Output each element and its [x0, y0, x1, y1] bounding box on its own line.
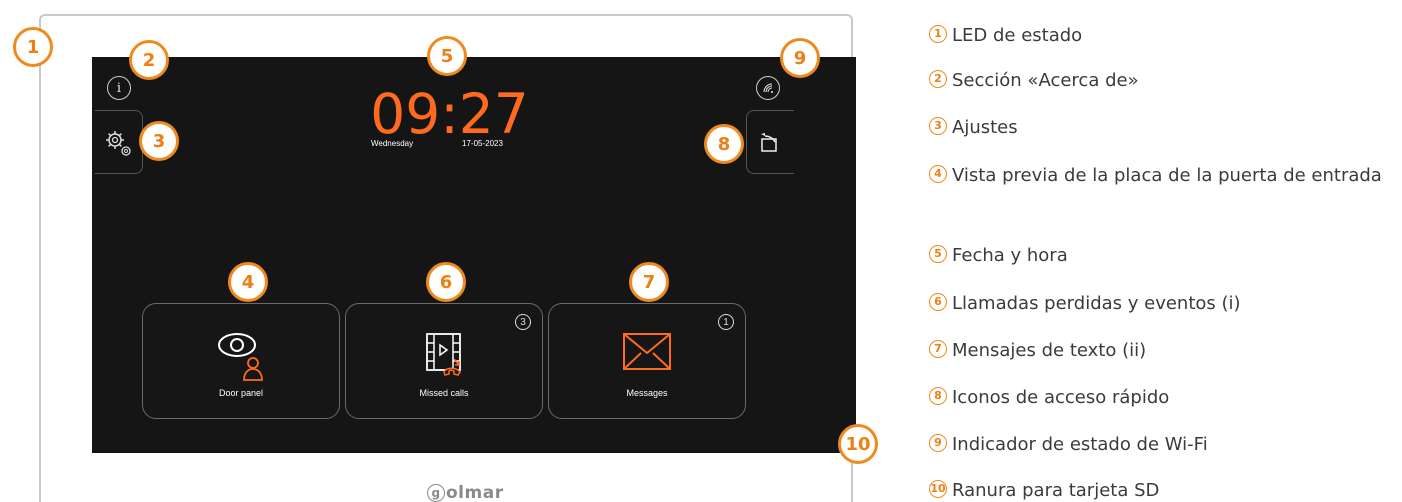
callout-2: 2 [129, 40, 169, 80]
info-icon[interactable]: i [107, 76, 131, 100]
eye-person-icon [143, 326, 339, 384]
legend-item: 7 Mensajes de texto (ii) [929, 337, 1399, 365]
clock-time: 09:27 [370, 82, 529, 146]
settings-button[interactable] [95, 110, 143, 174]
legend-item: 3 Ajustes [929, 114, 1399, 142]
tile-label: Door panel [218, 388, 264, 398]
callout-1: 1 [13, 27, 53, 67]
legend-item: 6 Llamadas perdidas y eventos (i) [929, 290, 1399, 318]
callout-10: 10 [838, 424, 878, 464]
date-label: 17-05-2023 [462, 139, 503, 148]
quick-access-button[interactable] [746, 110, 794, 174]
wifi-status-icon [756, 76, 780, 100]
callout-9: 9 [780, 38, 820, 78]
missed-calls-tile[interactable]: 3 Missed calls [345, 303, 543, 419]
callout-7: 7 [629, 262, 669, 302]
callout-8: 8 [704, 124, 744, 164]
envelope-icon [549, 326, 745, 382]
gear-icon [106, 131, 131, 156]
missed-video-call-icon [346, 326, 542, 382]
messages-tile[interactable]: 1 Messages [548, 303, 746, 419]
tile-label: Messages [626, 388, 668, 398]
tile-label: Missed calls [419, 388, 469, 398]
callout-4: 4 [228, 262, 268, 302]
legend-item: 2 Sección «Acerca de» [929, 67, 1399, 95]
legend-item: 8 Iconos de acceso rápido [929, 384, 1399, 412]
callout-5: 5 [427, 36, 467, 76]
golmar-logo: g olmar [427, 481, 537, 502]
legend-item: 1 LED de estado [929, 22, 1399, 50]
legend-item: 9 Indicador de estado de Wi-Fi [929, 431, 1399, 459]
reply-icon [761, 133, 777, 152]
legend-item: 4 Vista previa de la placa de la puerta d… [929, 162, 1399, 190]
legend-item: 5 Fecha y hora [929, 242, 1399, 270]
callout-3: 3 [139, 121, 179, 161]
weekday-label: Wednesday [371, 139, 414, 148]
legend-item: 10 Ranura para tarjeta SD [929, 480, 1160, 501]
callout-6: 6 [426, 262, 466, 302]
door-panel-tile[interactable]: Door panel [142, 303, 340, 419]
